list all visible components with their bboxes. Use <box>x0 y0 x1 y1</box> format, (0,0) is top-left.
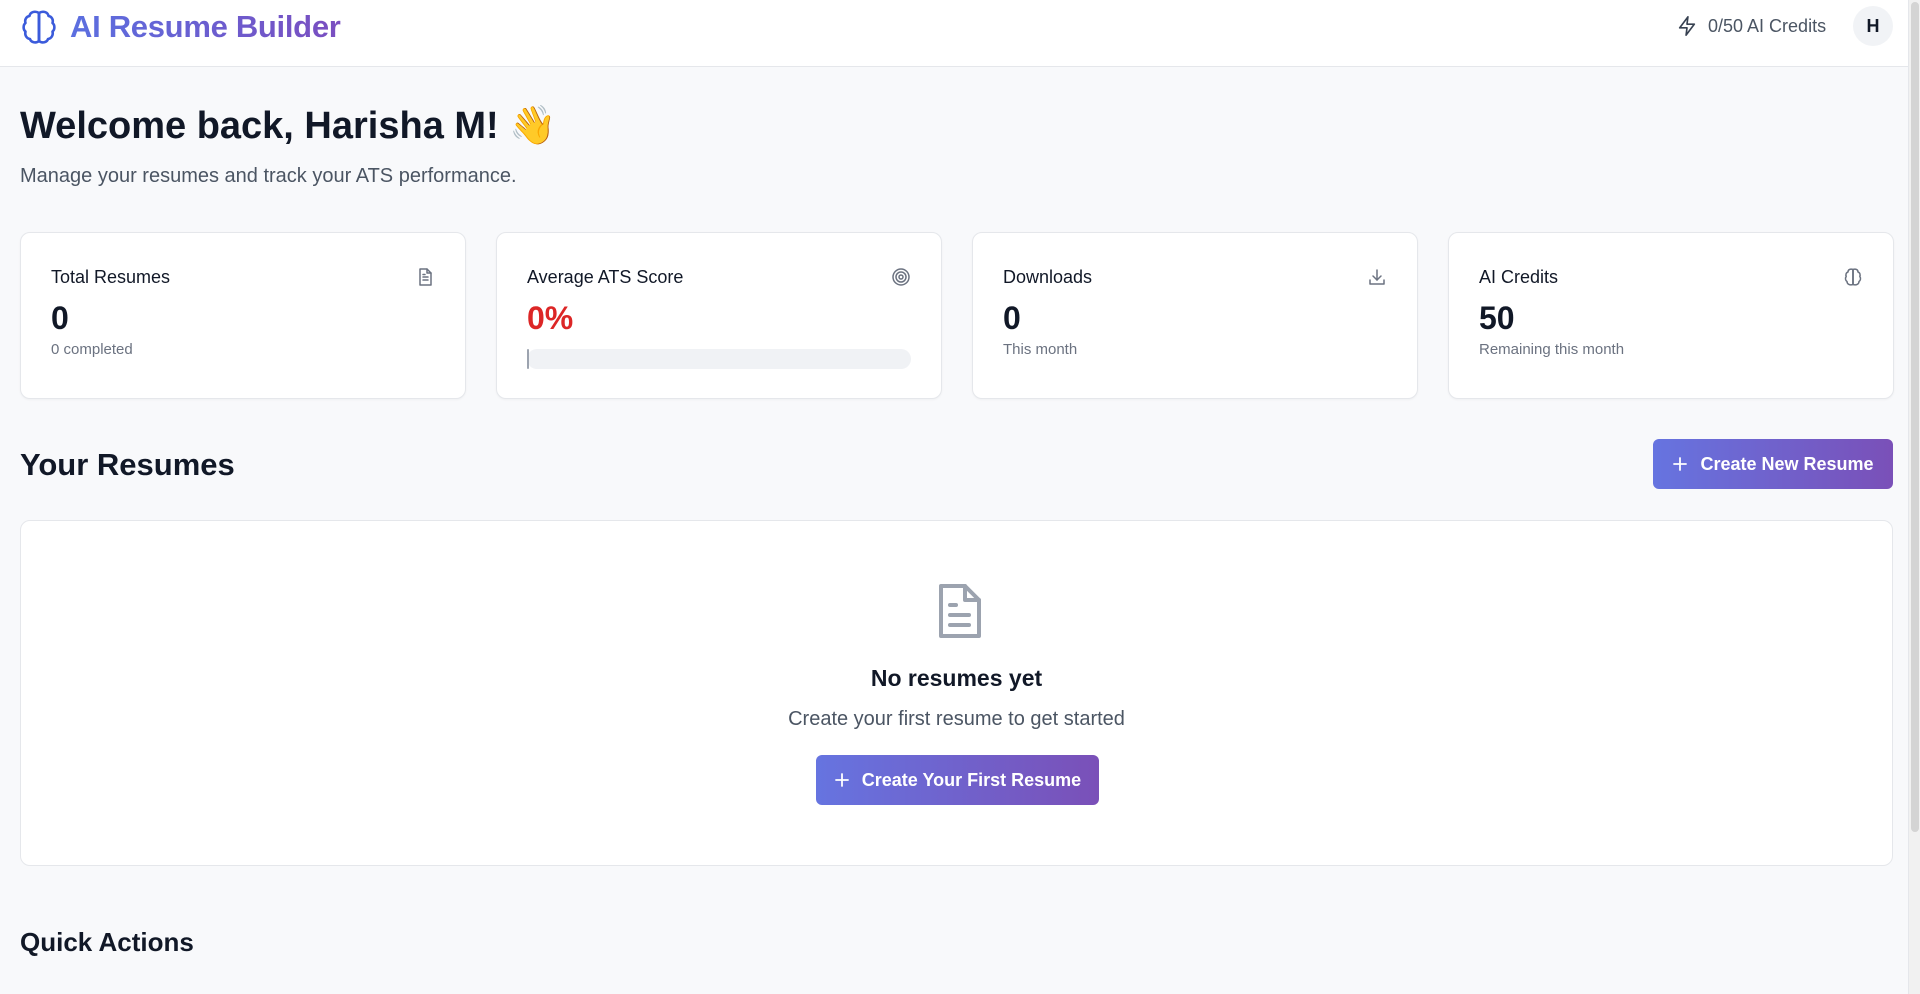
stat-card-ats-score: Average ATS Score 0% <box>496 232 942 399</box>
page-scrollbar[interactable] <box>1908 0 1920 994</box>
plus-icon <box>834 773 849 787</box>
credits-text: 0/50 AI Credits <box>1708 15 1827 36</box>
stat-label: Total Resumes <box>51 267 171 287</box>
stat-value: 0 <box>1003 300 1021 336</box>
document-icon <box>419 268 432 286</box>
create-new-resume-label: Create New Resume <box>1700 453 1874 474</box>
welcome-title: Welcome back, Harisha M! 👋 <box>20 105 557 147</box>
brain-logo-icon <box>22 10 56 44</box>
stat-value: 0% <box>527 300 574 336</box>
stat-note: Remaining this month <box>1479 341 1625 358</box>
brand[interactable]: AI Resume Builder <box>20 8 341 46</box>
create-first-resume-button[interactable]: Create Your First Resume <box>816 755 1099 805</box>
top-header: AI Resume Builder 0/50 AI Credits H <box>0 0 1908 67</box>
plus-icon <box>1673 457 1688 471</box>
stat-label: AI Credits <box>1479 267 1559 287</box>
scrollbar-thumb[interactable] <box>1911 2 1919 832</box>
stat-value: 50 <box>1479 300 1515 336</box>
empty-state-subtitle: Create your first resume to get started <box>788 708 1125 730</box>
welcome-subtitle: Manage your resumes and track your ATS p… <box>20 165 517 187</box>
credits-indicator: 0/50 AI Credits <box>1676 14 1826 38</box>
empty-document-icon <box>939 584 981 638</box>
stat-card-downloads: Downloads 0 This month <box>972 232 1418 399</box>
stat-card-total-resumes: Total Resumes 0 0 completed <box>20 232 466 399</box>
stat-value: 0 <box>51 300 69 336</box>
empty-state-title: No resumes yet <box>870 665 1043 691</box>
download-icon <box>1369 269 1385 285</box>
resumes-empty-state: No resumes yet Create your first resume … <box>20 520 1893 866</box>
stat-note: This month <box>1003 341 1078 358</box>
stat-note: 0 completed <box>51 341 133 358</box>
lightning-bolt-icon <box>1678 16 1696 36</box>
your-resumes-title: Your Resumes <box>20 447 235 482</box>
user-avatar[interactable]: H <box>1853 6 1893 46</box>
app-title: AI Resume Builder <box>70 9 341 44</box>
ats-progress-fill <box>527 349 529 369</box>
stat-label: Average ATS Score <box>527 267 684 287</box>
brain-icon <box>1844 268 1862 286</box>
stat-card-ai-credits: AI Credits 50 Remaining this month <box>1448 232 1894 399</box>
quick-actions-title: Quick Actions <box>20 927 194 957</box>
create-new-resume-button[interactable]: Create New Resume <box>1653 439 1893 489</box>
stat-label: Downloads <box>1003 267 1093 287</box>
create-first-resume-label: Create Your First Resume <box>861 769 1082 790</box>
target-icon <box>892 268 910 286</box>
ats-progress-bar <box>527 349 911 369</box>
